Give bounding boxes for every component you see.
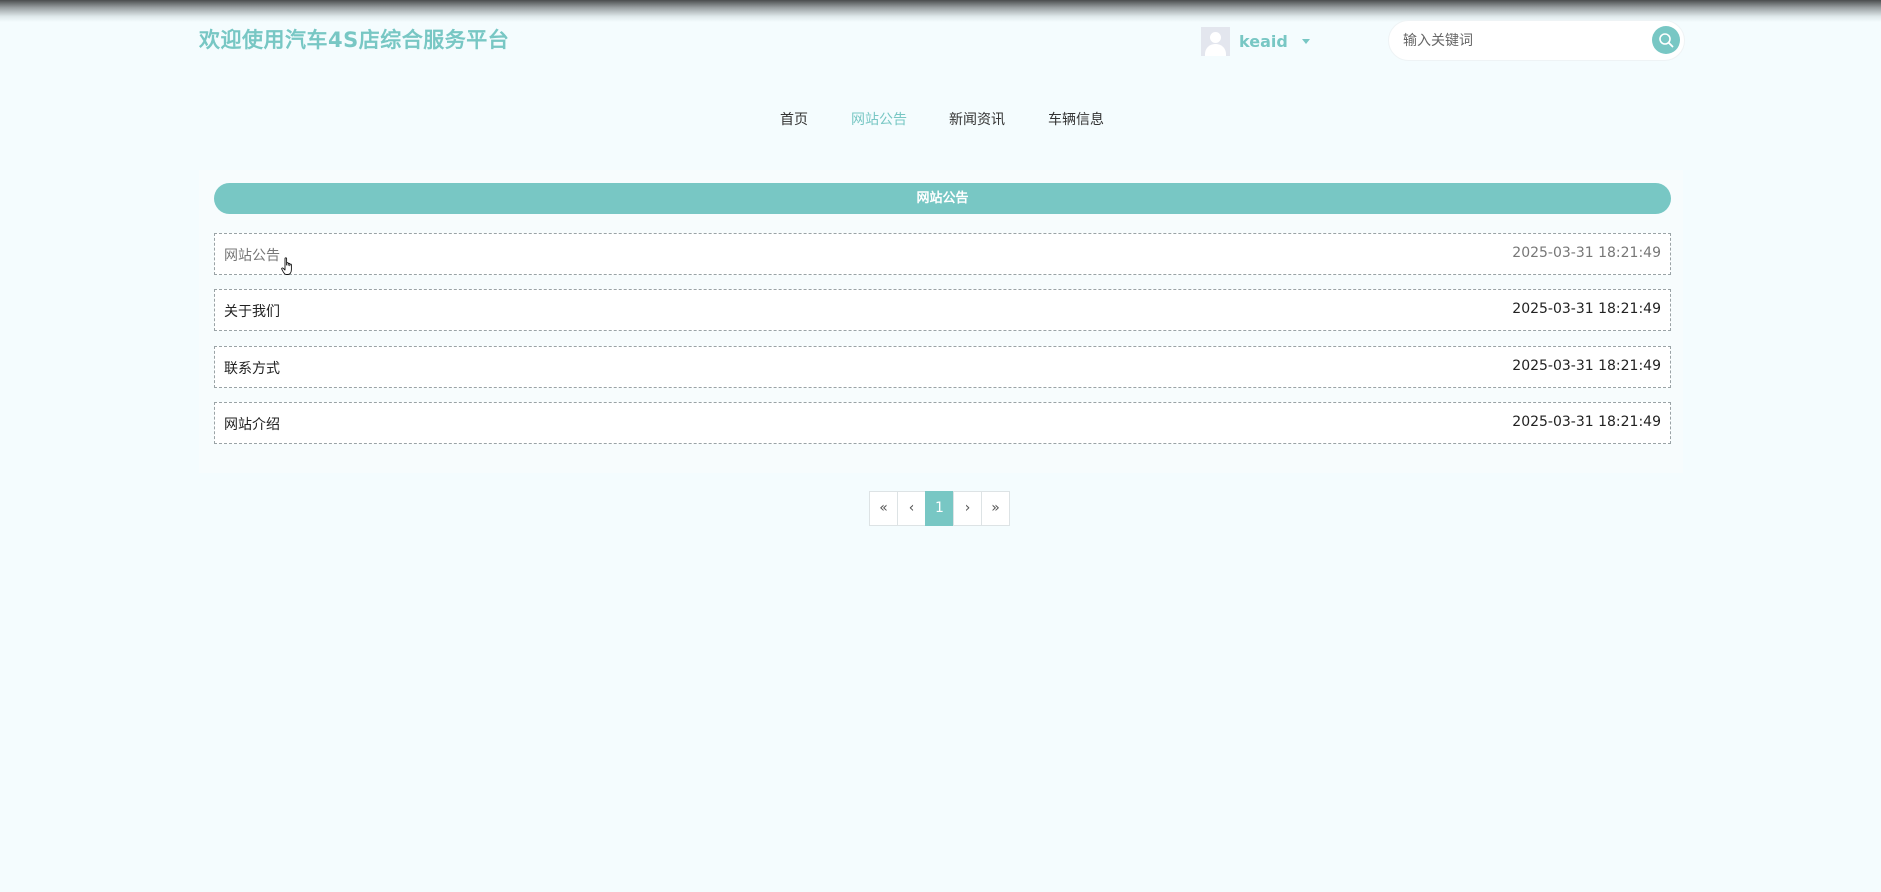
- panel-title: 网站公告: [214, 183, 1671, 214]
- search-button[interactable]: [1652, 26, 1680, 54]
- search-box: [1388, 20, 1685, 61]
- header: 欢迎使用汽车4S店综合服务平台 keaid: [0, 0, 1881, 80]
- list-item[interactable]: 网站介绍 2025-03-31 18:21:49: [214, 402, 1671, 444]
- list-item[interactable]: 联系方式 2025-03-31 18:21:49: [214, 346, 1671, 388]
- next-page-button[interactable]: ›: [953, 491, 982, 526]
- main-nav: 首页 网站公告 新闻资讯 车辆信息: [0, 106, 1881, 130]
- user-menu[interactable]: keaid: [1201, 26, 1310, 56]
- last-page-button[interactable]: »: [981, 491, 1010, 526]
- list-item[interactable]: 网站公告 2025-03-31 18:21:49: [214, 233, 1671, 275]
- nav-item-announcements[interactable]: 网站公告: [851, 109, 907, 129]
- list-item[interactable]: 关于我们 2025-03-31 18:21:49: [214, 289, 1671, 331]
- nav-item-vehicles[interactable]: 车辆信息: [1048, 109, 1104, 129]
- nav-item-news[interactable]: 新闻资讯: [949, 109, 1005, 129]
- current-page-button[interactable]: 1: [925, 491, 954, 526]
- nav-item-home[interactable]: 首页: [780, 109, 808, 129]
- search-icon: [1659, 33, 1674, 48]
- search-input[interactable]: [1403, 29, 1623, 53]
- item-title[interactable]: 关于我们: [224, 301, 280, 321]
- item-date: 2025-03-31 18:21:49: [1512, 301, 1661, 317]
- item-title[interactable]: 联系方式: [224, 358, 280, 378]
- first-page-button[interactable]: «: [869, 491, 898, 526]
- item-date: 2025-03-31 18:21:49: [1512, 245, 1661, 261]
- prev-page-button[interactable]: ‹: [897, 491, 926, 526]
- item-date: 2025-03-31 18:21:49: [1512, 358, 1661, 374]
- username[interactable]: keaid: [1239, 32, 1288, 51]
- caret-down-icon[interactable]: [1301, 38, 1310, 44]
- pagination: « ‹ 1 › »: [869, 491, 1010, 526]
- hand-cursor-icon: [281, 257, 292, 275]
- site-title: 欢迎使用汽车4S店综合服务平台: [199, 28, 510, 52]
- item-title[interactable]: 网站公告: [224, 245, 280, 265]
- avatar-icon[interactable]: [1201, 26, 1230, 56]
- item-title[interactable]: 网站介绍: [224, 414, 280, 434]
- item-date: 2025-03-31 18:21:49: [1512, 414, 1661, 430]
